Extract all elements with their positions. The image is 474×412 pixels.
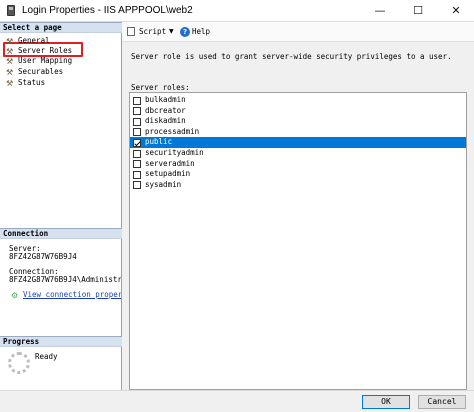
role-checkbox[interactable] bbox=[133, 128, 141, 137]
page-item-label: Status bbox=[18, 78, 46, 87]
role-row-public[interactable]: public bbox=[130, 137, 466, 148]
role-row-bulkadmin[interactable]: bulkadmin bbox=[130, 95, 466, 106]
role-row-securityadmin[interactable]: securityadmin bbox=[130, 148, 466, 159]
script-button[interactable]: Script bbox=[127, 26, 166, 38]
role-checkbox[interactable] bbox=[133, 170, 141, 179]
select-page-header: Select a page bbox=[0, 22, 122, 33]
role-name: diskadmin bbox=[145, 116, 186, 126]
view-connection-link-text: View connection properti bbox=[23, 290, 121, 299]
role-row-processadmin[interactable]: processadmin bbox=[130, 127, 466, 138]
server-value: 8FZ42G87W76B9J4 bbox=[9, 252, 77, 261]
role-row-diskadmin[interactable]: diskadmin bbox=[130, 116, 466, 127]
role-name: sysadmin bbox=[145, 179, 182, 189]
role-name: processadmin bbox=[145, 126, 200, 136]
maximize-button[interactable]: ☐ bbox=[400, 0, 436, 22]
page-item-label: Server Roles bbox=[18, 46, 73, 55]
page-item-label: User Mapping bbox=[18, 56, 73, 65]
connection-value: 8FZ42G87W76B9J4\Administrat bbox=[9, 275, 121, 284]
help-button[interactable]: ? Help bbox=[180, 26, 210, 38]
role-row-serveradmin[interactable]: serveradmin bbox=[130, 159, 466, 170]
left-pane: Select a page ⚒ General ⚒ Server Roles ⚒… bbox=[0, 22, 122, 390]
progress-header: Progress bbox=[0, 336, 122, 347]
right-pane: Script ▼ ? Help Server role is used to g… bbox=[122, 22, 474, 390]
title-bar: Login Properties - IIS APPPOOL\web2 — ☐ … bbox=[0, 0, 474, 22]
role-checkbox[interactable] bbox=[133, 138, 141, 147]
help-icon: ? bbox=[180, 27, 190, 37]
script-label: Script bbox=[139, 27, 167, 36]
page-item-securables[interactable]: ⚒ Securables bbox=[5, 66, 63, 77]
progress-status: Ready bbox=[35, 352, 58, 361]
server-roles-list[interactable]: bulkadmin dbcreator diskadmin processadmin p… bbox=[129, 92, 467, 390]
progress-spinner-icon bbox=[8, 352, 30, 374]
role-checkbox[interactable] bbox=[133, 149, 141, 158]
connection-header: Connection bbox=[0, 228, 122, 239]
cancel-button[interactable]: Cancel bbox=[418, 395, 466, 409]
role-checkbox[interactable] bbox=[133, 96, 141, 105]
wrench-icon: ⚒ bbox=[6, 79, 14, 88]
page-item-status[interactable]: ⚒ Status bbox=[5, 77, 45, 88]
window-title: Login Properties - IIS APPPOOL\web2 bbox=[22, 5, 193, 16]
script-icon bbox=[127, 27, 135, 36]
page-item-label: Securables bbox=[18, 67, 64, 76]
role-checkbox[interactable] bbox=[133, 181, 141, 190]
role-name: dbcreator bbox=[145, 105, 186, 115]
dialog-footer: OK Cancel bbox=[0, 390, 474, 412]
role-row-sysadmin[interactable]: sysadmin bbox=[130, 180, 466, 191]
role-row-setupadmin[interactable]: setupadmin bbox=[130, 169, 466, 180]
close-button[interactable]: ✕ bbox=[438, 0, 474, 22]
role-checkbox[interactable] bbox=[133, 117, 141, 126]
view-connection-properties-link[interactable]: ⚙ View connection properti bbox=[9, 290, 121, 299]
role-row-dbcreator[interactable]: dbcreator bbox=[130, 106, 466, 117]
server-roles-label: Server roles: bbox=[131, 83, 190, 92]
role-name: securityadmin bbox=[145, 148, 204, 157]
role-name: bulkadmin bbox=[145, 95, 186, 104]
role-name: setupadmin bbox=[145, 169, 191, 179]
role-name: serveradmin bbox=[145, 158, 195, 168]
help-label: Help bbox=[192, 27, 211, 36]
ok-button[interactable]: OK bbox=[362, 395, 410, 409]
script-dropdown-arrow-icon[interactable]: ▼ bbox=[169, 26, 174, 38]
server-role-description: Server role is used to grant server-wide… bbox=[131, 52, 452, 61]
page-item-label: General bbox=[18, 36, 50, 45]
properties-icon: ⚙ bbox=[11, 291, 19, 299]
minimize-button[interactable]: — bbox=[362, 0, 398, 22]
page-item-user-mapping[interactable]: ⚒ User Mapping bbox=[5, 55, 72, 66]
app-icon bbox=[7, 5, 15, 16]
role-checkbox[interactable] bbox=[133, 107, 141, 116]
role-name: public bbox=[145, 137, 173, 147]
role-checkbox[interactable] bbox=[133, 160, 141, 169]
toolbar: Script ▼ ? Help bbox=[122, 22, 474, 42]
